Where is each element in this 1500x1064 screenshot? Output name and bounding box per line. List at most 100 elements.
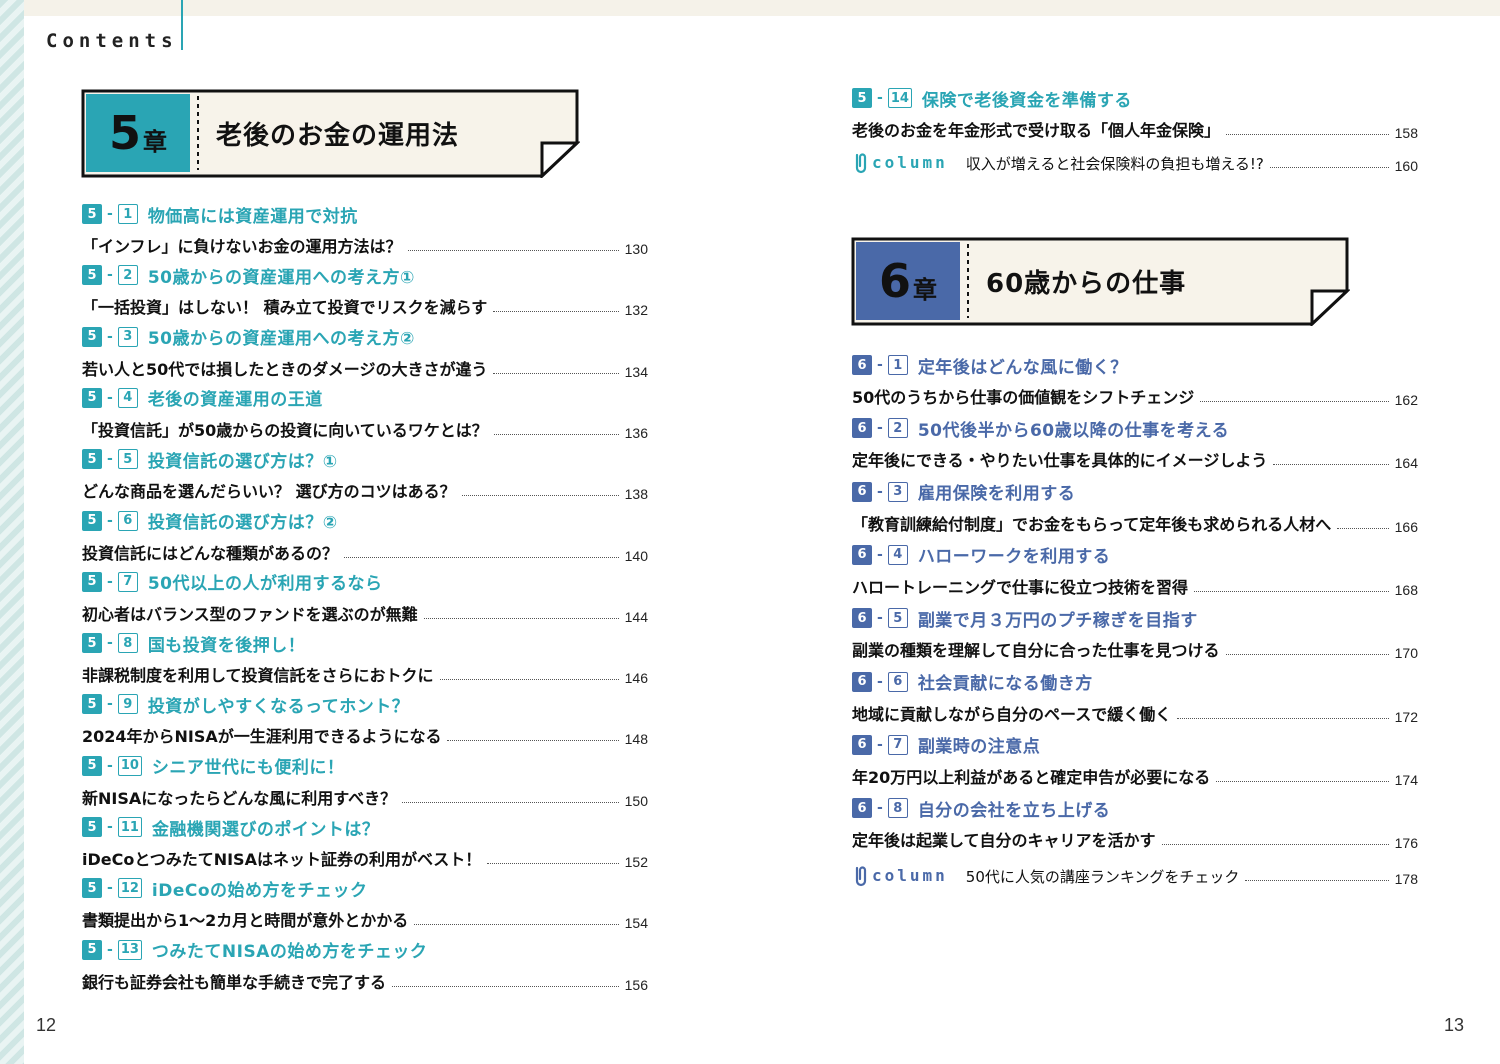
section-number: 4 — [117, 387, 138, 408]
toc-entry[interactable]: 5-9 投資がしやすくなるってホント？ 2024年からNISAが一生涯利用できるよう… — [82, 691, 648, 747]
leader-dots — [1200, 401, 1389, 402]
page-ref: 170 — [1394, 645, 1418, 662]
leader-dots — [487, 863, 619, 864]
toc-entry[interactable]: 5-8 国も投資を後押し！ 非課税制度を利用して投資信託をさらにおトクに 146 — [82, 630, 648, 686]
section-description: iDeCoとつみたてNISAはネット証券の利用がベスト！ — [82, 850, 482, 869]
paperclip-icon — [855, 866, 867, 887]
toc-entry-head: 5-14 保険で老後資金を準備する — [852, 85, 1418, 111]
separator-dash: - — [877, 90, 883, 106]
toc-entry[interactable]: 5-13 つみたてNISAの始め方をチェック 銀行も証券会社も簡単な手続きで完了する… — [82, 937, 648, 993]
separator-dash: - — [107, 389, 113, 406]
section-description: 2024年からNISAが一生涯利用できるようになる — [82, 727, 442, 747]
chapter-6-header: 6 章 60歳からの仕事 — [850, 236, 1350, 326]
toc-entry-line: iDeCoとつみたてNISAはネット証券の利用がベスト！ 152 — [82, 840, 648, 870]
toc-entry[interactable]: 5-14 保険で老後資金を準備する 老後のお金を年金形式で受け取る「個人年金保険」 1… — [852, 85, 1418, 141]
section-description: 副業の種類を理解して自分に合った仕事を見つける — [852, 641, 1220, 661]
toc-entry[interactable]: 5-12 iDeCoの始め方をチェック 書類提出から1〜2カ月と時間が意外とかかる 1… — [82, 875, 648, 931]
toc-entry[interactable]: 6-2 50代後半から60歳以降の仕事を考える 定年後にできる・やりたい仕事を具体的… — [852, 415, 1418, 471]
toc-entry-head: 6-5 副業で月３万円のプチ稼ぎを目指す — [852, 605, 1418, 631]
separator-dash: - — [107, 941, 113, 958]
chapter-pill: 5 — [82, 755, 102, 776]
toc-entry[interactable]: 5-5 投資信託の選び方は？① どんな商品を選んだらいい？ 選び方のコツはある？ 13… — [82, 446, 648, 502]
separator-dash: - — [107, 512, 113, 529]
section-number: 6 — [887, 671, 908, 692]
section-title: つみたてNISAの始め方をチェック — [151, 942, 428, 963]
chapter-pill: 5 — [82, 571, 102, 592]
separator-dash: - — [107, 573, 113, 590]
section-title: 金融機関選びのポイントは？ — [151, 819, 380, 840]
section-number: 10 — [117, 755, 142, 776]
toc-entry[interactable]: 6-4 ハローワークを利用する ハロートレーニングで仕事に役立つ技術を習得 168 — [852, 542, 1418, 598]
section-description: 非課税制度を利用して投資信託をさらにおトクに — [82, 666, 434, 686]
toc-entry-head: 5-4 老後の資産運用の王道 — [82, 385, 648, 411]
toc-entry[interactable]: 6-5 副業で月３万円のプチ稼ぎを目指す副業の種類を理解して自分に合った仕事を見つ… — [852, 605, 1418, 661]
toc-entry[interactable]: 5-2 50歳からの資産運用への考え方① 「一括投資」はしない！ 積み立て投資でリス… — [82, 262, 648, 318]
toc-entry[interactable]: 6-3 雇用保険を利用する 「教育訓練給付制度」でお金をもらって定年後も求められる人… — [852, 479, 1418, 535]
chapter-pill: 5 — [82, 939, 102, 960]
section-description: 「投資信託」が50歳からの投資に向いているワケとは？ — [82, 420, 488, 440]
toc-entry[interactable]: 5-10 シニア世代にも便利に！ 新NISAになったらどんな風に利用すべき？ 150 — [82, 753, 648, 809]
section-description: ハロートレーニングで仕事に役立つ技術を習得 — [852, 577, 1189, 597]
chapter-pill: 5 — [82, 449, 102, 470]
chapter-pill: 5 — [82, 265, 102, 286]
column-entry[interactable]: column 50代に人気の講座ランキングをチェック 178 — [852, 857, 1418, 887]
section-title: 社会貢献になる働き方 — [917, 674, 1093, 694]
chapter-pill: 5 — [82, 878, 102, 899]
section-title: 50代以上の人が利用するなら — [147, 574, 383, 595]
toc-entry[interactable]: 5-11 金融機関選びのポイントは？ iDeCoとつみたてNISAはネット証券の利用… — [82, 814, 648, 870]
section-title: 50歳からの資産運用への考え方① — [147, 267, 415, 288]
column-description: 収入が増えると社会保険料の負担も増える!? — [965, 155, 1264, 173]
section-description: 若い人と50代では損したときのダメージの大きさが違う — [82, 359, 488, 379]
toc-entry[interactable]: 6-6 社会貢献になる働き方 地域に貢献しながら自分のペースで緩く働く 172 — [852, 669, 1418, 725]
toc-entry[interactable]: 6-8 自分の会社を立ち上げる 定年後は起業して自分のキャリアを活かす 176 — [852, 795, 1418, 851]
chapter-pill: 5 — [82, 204, 102, 224]
toc-entry[interactable]: 5-7 50代以上の人が利用するなら 初心者はバランス型のファンドを選ぶのが無難 14… — [82, 569, 648, 625]
toc-entry-head: 6-1 定年後はどんな風に働く？ — [852, 352, 1418, 378]
section-description: 老後のお金を年金形式で受け取る「個人年金保険」 — [852, 121, 1221, 140]
page-ref: 156 — [624, 976, 648, 993]
section-number: 14 — [887, 88, 912, 108]
chapter-sho: 章 — [143, 127, 167, 156]
toc-entry-head: 5-12 iDeCoの始め方をチェック — [82, 875, 648, 901]
toc-entry-head: 5-9 投資がしやすくなるってホント？ — [82, 691, 648, 717]
section-number: 7 — [887, 734, 908, 755]
chapter-sho: 章 — [913, 275, 937, 304]
toc-entry-head: 6-2 50代後半から60歳以降の仕事を考える — [852, 415, 1418, 441]
page-number-right: 13 — [1444, 1015, 1465, 1035]
toc-entry-line: 老後のお金を年金形式で受け取る「個人年金保険」 158 — [852, 111, 1418, 141]
separator-dash: - — [107, 635, 113, 652]
section-title: 物価高には資産運用で対抗 — [147, 206, 358, 227]
section-number: 2 — [887, 418, 908, 439]
section-description: 書類提出から1〜2カ月と時間が意外とかかる — [82, 911, 409, 931]
leader-dots — [1245, 880, 1389, 881]
page-ref: 144 — [624, 608, 648, 625]
toc-entry-line: 年20万円以上利益があると確定申告が必要になる 174 — [852, 758, 1418, 788]
toc-entry[interactable]: 6-1 定年後はどんな風に働く？ 50代のうちから仕事の価値観をシフトチェンジ 162 — [852, 352, 1418, 408]
section-title: 副業で月３万円のプチ稼ぎを目指す — [917, 610, 1198, 631]
toc-entry[interactable]: 5-4 老後の資産運用の王道「投資信託」が50歳からの投資に向いているワケとは？ 1… — [82, 385, 648, 441]
column-entry[interactable]: column 収入が増えると社会保険料の負担も増える!? 160 — [852, 144, 1418, 174]
section-description: 50代のうちから仕事の価値観をシフトチェンジ — [852, 388, 1195, 407]
toc-entry[interactable]: 6-7 副業時の注意点 年20万円以上利益があると確定申告が必要になる 174 — [852, 732, 1418, 788]
chapter-pill: 6 — [852, 734, 872, 755]
section-title: iDeCoの始め方をチェック — [151, 880, 368, 901]
page-ref: 136 — [624, 424, 648, 441]
toc-entry[interactable]: 5-1 物価高には資産運用で対抗 「インフレ」に負けないお金の運用方法は？ 130 — [82, 201, 648, 257]
leader-dots — [402, 801, 619, 803]
page-ref: 140 — [624, 547, 648, 564]
leader-dots — [1161, 844, 1389, 846]
page-ref: 134 — [624, 363, 648, 380]
leader-dots — [1273, 464, 1389, 466]
leader-dots — [493, 311, 619, 313]
page-ref: 132 — [624, 302, 648, 319]
toc-entry[interactable]: 5-3 50歳からの資産運用への考え方② 若い人と50代では損したときのダメージの大… — [82, 324, 648, 380]
toc-entry-line: 定年後は起業して自分のキャリアを活かす 176 — [852, 821, 1418, 851]
page-ref: 164 — [1394, 455, 1418, 472]
toc-entry[interactable]: 5-6 投資信託の選び方は？② 投資信託にはどんな種類があるの？ 140 — [82, 508, 648, 564]
chapter-pill: 6 — [852, 608, 872, 629]
section-title: 自分の会社を立ち上げる — [917, 800, 1111, 821]
leader-dots — [439, 679, 619, 681]
section-description: 「教育訓練給付制度」でお金をもらって定年後も求められる人材へ — [852, 514, 1332, 534]
chapter-pill: 5 — [852, 88, 872, 108]
page-ref: 150 — [624, 792, 648, 809]
